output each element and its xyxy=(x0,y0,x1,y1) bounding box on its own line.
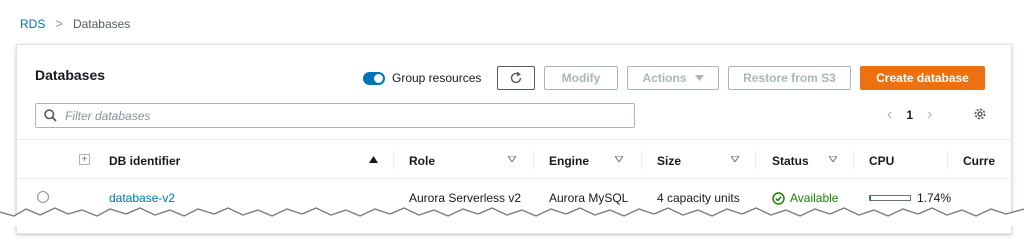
restore-from-s3-button[interactable]: Restore from S3 xyxy=(728,66,851,90)
toggle-switch[interactable] xyxy=(363,71,385,85)
actions-button[interactable]: Actions xyxy=(627,66,719,90)
chevron-left-icon[interactable]: ‹ xyxy=(887,107,892,123)
refresh-icon xyxy=(510,71,522,84)
table-settings-button[interactable] xyxy=(973,107,987,126)
search-field[interactable] xyxy=(35,103,635,128)
table-header: + DB identifier Role Engine Size Status … xyxy=(17,139,1013,179)
sort-icon[interactable] xyxy=(731,156,739,162)
torn-edge-decoration xyxy=(0,207,1024,226)
group-resources-toggle[interactable]: Group resources xyxy=(363,71,481,85)
expand-all-icon[interactable]: + xyxy=(79,154,90,165)
column-divider xyxy=(947,150,948,170)
sort-icon[interactable] xyxy=(508,156,516,162)
actions-label: Actions xyxy=(642,71,687,85)
breadcrumb: RDS > Databases xyxy=(20,16,130,31)
toggle-knob xyxy=(374,73,383,83)
breadcrumb-rds-link[interactable]: RDS xyxy=(20,17,45,31)
column-role[interactable]: Role xyxy=(409,154,435,168)
column-cpu[interactable]: CPU xyxy=(869,154,894,168)
page-number[interactable]: 1 xyxy=(906,108,913,122)
sort-ascending-icon[interactable] xyxy=(369,156,378,163)
page-title: Databases xyxy=(35,67,106,83)
chevron-right-icon[interactable]: › xyxy=(927,107,932,123)
caret-down-icon xyxy=(694,75,704,81)
chevron-right-icon: > xyxy=(55,16,63,31)
pagination: ‹ 1 › xyxy=(887,107,932,123)
gear-icon xyxy=(974,108,986,120)
refresh-button[interactable] xyxy=(497,66,535,90)
column-divider xyxy=(853,150,854,170)
sort-icon[interactable] xyxy=(829,156,837,162)
sort-icon[interactable] xyxy=(615,156,623,162)
column-current[interactable]: Curre xyxy=(963,154,995,168)
breadcrumb-current: Databases xyxy=(72,16,131,31)
column-divider xyxy=(755,150,756,170)
search-icon xyxy=(44,109,57,122)
column-divider xyxy=(641,150,642,170)
create-database-button[interactable]: Create database xyxy=(860,66,985,90)
column-divider xyxy=(533,150,534,170)
modify-button[interactable]: Modify xyxy=(544,66,618,90)
column-divider xyxy=(393,150,394,170)
group-resources-label: Group resources xyxy=(392,71,482,85)
column-status[interactable]: Status xyxy=(772,154,809,168)
search-input[interactable] xyxy=(65,108,605,123)
column-engine[interactable]: Engine xyxy=(549,154,589,168)
column-db-identifier[interactable]: DB identifier xyxy=(109,154,180,168)
column-size[interactable]: Size xyxy=(657,154,681,168)
